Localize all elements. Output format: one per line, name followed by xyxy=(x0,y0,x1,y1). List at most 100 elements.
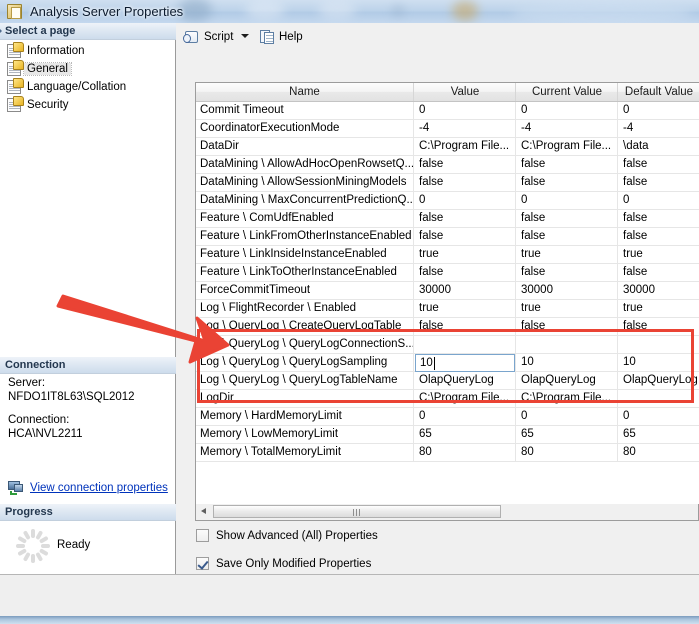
save-only-modified-properties-checkbox[interactable] xyxy=(196,557,209,570)
cell-name[interactable]: DataDir xyxy=(196,138,414,155)
cell-name[interactable]: Feature \ LinkFromOtherInstanceEnabled xyxy=(196,228,414,245)
cell-value[interactable]: 80 xyxy=(415,444,516,461)
cell-name[interactable]: Feature \ ComUdfEnabled xyxy=(196,210,414,227)
cell-default-value[interactable]: OlapQueryLog xyxy=(619,372,699,389)
cell-value[interactable]: true xyxy=(415,246,516,263)
cell-name[interactable]: Log \ QueryLog \ QueryLogSampling xyxy=(196,354,414,371)
scrollbar-thumb[interactable] xyxy=(213,505,501,518)
cell-default-value[interactable]: true xyxy=(619,300,699,317)
cell-current-value[interactable]: C:\Program File... xyxy=(517,138,618,155)
cell-current-value[interactable]: false xyxy=(517,156,618,173)
cell-value[interactable]: -4 xyxy=(415,120,516,137)
cell-default-value[interactable]: false xyxy=(619,156,699,173)
cell-default-value[interactable]: false xyxy=(619,174,699,191)
cell-default-value[interactable]: false xyxy=(619,264,699,281)
cell-value[interactable]: false xyxy=(415,174,516,191)
cell-current-value[interactable]: 0 xyxy=(517,102,618,119)
cell-current-value[interactable]: false xyxy=(517,210,618,227)
table-row[interactable]: DataMining \ MaxConcurrentPredictionQ...… xyxy=(196,192,699,210)
table-row[interactable]: Log \ QueryLog \ CreateQueryLogTable fals… xyxy=(196,318,699,336)
cell-current-value[interactable]: C:\Program File... xyxy=(517,390,618,407)
cell-name[interactable]: Memory \ HardMemoryLimit xyxy=(196,408,414,425)
table-row[interactable]: DataDir C:\Program File... C:\Program File… xyxy=(196,138,699,156)
cell-name[interactable]: Memory \ LowMemoryLimit xyxy=(196,426,414,443)
cell-default-value[interactable]: -4 xyxy=(619,120,699,137)
table-row[interactable]: Log \ QueryLog \ QueryLogTableName OlapQu… xyxy=(196,372,699,390)
cell-name[interactable]: Log \ FlightRecorder \ Enabled xyxy=(196,300,414,317)
script-button[interactable]: Script xyxy=(181,26,239,48)
table-row[interactable]: Log \ QueryLog \ QueryLogConnectionS... xyxy=(196,336,699,354)
cell-current-value[interactable]: 0 xyxy=(517,192,618,209)
cell-name[interactable]: LogDir xyxy=(196,390,414,407)
column-header-name[interactable]: Name xyxy=(196,83,414,101)
cell-default-value[interactable]: 0 xyxy=(619,408,699,425)
table-row[interactable]: Feature \ LinkInsideInstanceEnabled true t… xyxy=(196,246,699,264)
cell-current-value[interactable]: false xyxy=(517,318,618,335)
cell-value[interactable]: 0 xyxy=(415,192,516,209)
cell-value[interactable]: 0 xyxy=(415,408,516,425)
cell-default-value[interactable]: false xyxy=(619,318,699,335)
cell-value[interactable]: 0 xyxy=(415,102,516,119)
cell-current-value[interactable]: false xyxy=(517,228,618,245)
cell-name[interactable]: Log \ QueryLog \ QueryLogTableName xyxy=(196,372,414,389)
cell-default-value[interactable]: 30000 xyxy=(619,282,699,299)
table-row[interactable]: Feature \ LinkToOtherInstanceEnabled fals… xyxy=(196,264,699,282)
cell-current-value[interactable]: 30000 xyxy=(517,282,618,299)
cell-value[interactable]: 65 xyxy=(415,426,516,443)
cell-value[interactable]: false xyxy=(415,210,516,227)
view-connection-properties-link[interactable]: View connection properties xyxy=(30,480,168,496)
table-row[interactable]: Memory \ TotalMemoryLimit 80 80 80 xyxy=(196,444,699,462)
view-connection-properties-row[interactable]: View connection properties xyxy=(8,480,178,498)
cell-default-value[interactable]: 0 xyxy=(619,102,699,119)
show-advanced-properties-checkbox[interactable] xyxy=(196,529,209,542)
sidebar-item-information[interactable]: Information xyxy=(0,42,176,60)
cell-value[interactable]: C:\Program File... xyxy=(415,138,516,155)
cell-name[interactable]: Feature \ LinkInsideInstanceEnabled xyxy=(196,246,414,263)
cell-value[interactable]: 30000 xyxy=(415,282,516,299)
table-row[interactable]: Feature \ LinkFromOtherInstanceEnabled fa… xyxy=(196,228,699,246)
table-row[interactable]: Commit Timeout 0 0 0 xyxy=(196,102,699,120)
cell-default-value[interactable] xyxy=(619,336,699,353)
table-row[interactable]: Memory \ HardMemoryLimit 0 0 0 xyxy=(196,408,699,426)
cell-value[interactable]: false xyxy=(415,318,516,335)
sidebar-item-general[interactable]: General xyxy=(0,60,176,78)
cell-value[interactable] xyxy=(415,336,516,353)
cell-current-value[interactable]: 0 xyxy=(517,408,618,425)
cell-name[interactable]: Log \ QueryLog \ QueryLogConnectionS... xyxy=(196,336,414,353)
table-row[interactable]: ForceCommitTimeout 30000 30000 30000 xyxy=(196,282,699,300)
column-header-value[interactable]: Value xyxy=(415,83,516,101)
column-header-default-value[interactable]: Default Value xyxy=(619,83,699,101)
cell-current-value[interactable]: true xyxy=(517,246,618,263)
cell-value[interactable]: false xyxy=(415,156,516,173)
sidebar-item-language-collation[interactable]: Language/Collation xyxy=(0,78,176,96)
table-row[interactable]: CoordinatorExecutionMode -4 -4 -4 xyxy=(196,120,699,138)
cell-current-value[interactable]: 65 xyxy=(517,426,618,443)
cell-default-value[interactable] xyxy=(619,390,699,407)
cell-value[interactable]: OlapQueryLog xyxy=(415,372,516,389)
cell-default-value[interactable]: false xyxy=(619,228,699,245)
cell-current-value[interactable]: false xyxy=(517,174,618,191)
cell-value[interactable]: false xyxy=(415,228,516,245)
cell-value[interactable]: true xyxy=(415,300,516,317)
table-row[interactable]: Memory \ LowMemoryLimit 65 65 65 xyxy=(196,426,699,444)
cell-default-value[interactable]: 80 xyxy=(619,444,699,461)
table-row[interactable]: LogDir C:\Program File... C:\Program File.… xyxy=(196,390,699,408)
cell-current-value[interactable]: 80 xyxy=(517,444,618,461)
cell-default-value[interactable]: 10 xyxy=(619,354,699,371)
table-row[interactable]: DataMining \ AllowSessionMiningModels fal… xyxy=(196,174,699,192)
table-row[interactable]: DataMining \ AllowAdHocOpenRowsetQ... fal… xyxy=(196,156,699,174)
cell-current-value[interactable]: 10 xyxy=(517,354,618,371)
cell-name[interactable]: CoordinatorExecutionMode xyxy=(196,120,414,137)
cell-name[interactable]: Memory \ TotalMemoryLimit xyxy=(196,444,414,461)
cell-current-value[interactable]: true xyxy=(517,300,618,317)
cell-current-value[interactable]: OlapQueryLog xyxy=(517,372,618,389)
chevron-down-icon[interactable] xyxy=(241,34,249,38)
table-row[interactable]: Feature \ ComUdfEnabled false false false xyxy=(196,210,699,228)
properties-grid[interactable]: Name Value Current Value Default Value C… xyxy=(195,82,699,512)
cell-default-value[interactable]: false xyxy=(619,210,699,227)
cell-default-value[interactable]: \data xyxy=(619,138,699,155)
cell-current-value[interactable]: false xyxy=(517,264,618,281)
value-edit-input[interactable]: 10 xyxy=(415,354,515,372)
cell-value[interactable]: C:\Program File... xyxy=(415,390,516,407)
cell-name[interactable]: Commit Timeout xyxy=(196,102,414,119)
